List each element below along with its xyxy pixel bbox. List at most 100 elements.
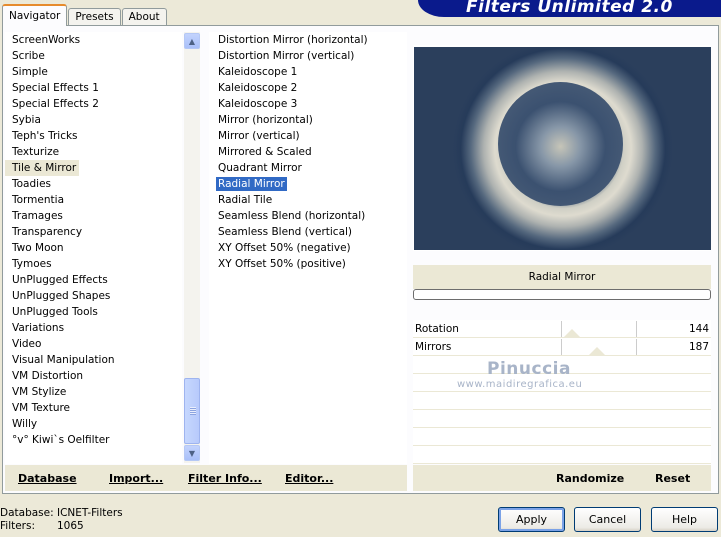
category-item[interactable]: Video	[5, 336, 182, 352]
category-item[interactable]: Tormentia	[5, 192, 182, 208]
category-item[interactable]: Teph's Tricks	[5, 128, 182, 144]
filter-item-label: Mirror (horizontal)	[218, 114, 313, 126]
category-item[interactable]: Visual Manipulation	[5, 352, 182, 368]
filter-item-label: Kaleidoscope 3	[218, 98, 298, 110]
filter-item[interactable]: Quadrant Mirror	[209, 160, 407, 176]
category-item[interactable]: °v° Kiwi`s Oelfilter	[5, 432, 182, 448]
category-item[interactable]: VM Stylize	[5, 384, 182, 400]
filter-item[interactable]: Seamless Blend (horizontal)	[209, 208, 407, 224]
filter-item[interactable]: Kaleidoscope 1	[209, 64, 407, 80]
category-item[interactable]: Tymoes	[5, 256, 182, 272]
filter-item-label: Mirror (vertical)	[218, 130, 300, 142]
category-item[interactable]: Willy	[5, 416, 182, 432]
category-item[interactable]: Toadies	[5, 176, 182, 192]
category-item[interactable]: Sybia	[5, 112, 182, 128]
filter-item[interactable]: Mirrored & Scaled	[209, 144, 407, 160]
filter-item[interactable]: Radial Mirror	[209, 176, 407, 192]
reset-button[interactable]: Reset	[655, 465, 690, 491]
category-scrollbar[interactable]: ▲ ▼	[184, 32, 200, 463]
tab-navigator[interactable]: Navigator	[2, 4, 68, 26]
slider-value: 187	[688, 341, 709, 353]
grip-icon	[190, 407, 196, 415]
empty-param-row	[413, 410, 711, 428]
category-list[interactable]: ScreenWorks Scribe Simple Special Effects 1…	[5, 32, 182, 464]
slider-mirrors[interactable]: Mirrors 187	[413, 338, 711, 356]
scroll-up-button[interactable]: ▲	[184, 33, 200, 49]
slider-thumb[interactable]	[563, 329, 580, 337]
database-label: Database:	[0, 507, 54, 519]
filter-item[interactable]: Mirror (vertical)	[209, 128, 407, 144]
database-value: ICNET-Filters	[57, 507, 123, 519]
slider-track[interactable]	[487, 339, 637, 355]
category-item[interactable]: Scribe	[5, 48, 182, 64]
filter-item-label: Seamless Blend (vertical)	[218, 226, 353, 238]
filter-item-label: Distortion Mirror (horizontal)	[218, 34, 368, 46]
cancel-button[interactable]: Cancel	[574, 507, 641, 532]
tab-about[interactable]: About	[121, 8, 167, 26]
category-item[interactable]: ScreenWorks	[5, 32, 182, 48]
randomize-button[interactable]: Randomize	[556, 465, 624, 491]
slider-value: 144	[688, 323, 709, 335]
preview-inner-disc	[498, 82, 623, 206]
filter-item-label: Distortion Mirror (vertical)	[218, 50, 355, 62]
filter-item[interactable]: Distortion Mirror (vertical)	[209, 48, 407, 64]
category-item[interactable]: UnPlugged Tools	[5, 304, 182, 320]
filter-item[interactable]: Kaleidoscope 3	[209, 96, 407, 112]
filter-item[interactable]: Seamless Blend (vertical)	[209, 224, 407, 240]
watermark-url: www.maidiregrafica.eu	[457, 379, 583, 390]
filter-item-label: Radial Tile	[218, 194, 273, 206]
filter-item[interactable]: Kaleidoscope 2	[209, 80, 407, 96]
filter-item[interactable]: Mirror (horizontal)	[209, 112, 407, 128]
help-button[interactable]: Help	[651, 507, 718, 532]
editor-button[interactable]: Editor...	[285, 465, 333, 491]
filter-item-label: XY Offset 50% (negative)	[218, 242, 351, 254]
app-title: Filters Unlimited 2.0	[466, 0, 673, 17]
filter-item[interactable]: Distortion Mirror (horizontal)	[209, 32, 407, 48]
category-item[interactable]: VM Distortion	[5, 368, 182, 384]
filter-item-label: Seamless Blend (horizontal)	[218, 210, 366, 222]
filter-item-label: Quadrant Mirror	[218, 162, 302, 174]
category-item[interactable]: Special Effects 2	[5, 96, 182, 112]
filter-item-label: Kaleidoscope 2	[218, 82, 298, 94]
watermark-title: Pinuccia	[487, 359, 571, 379]
category-item[interactable]: Special Effects 1	[5, 80, 182, 96]
filter-item[interactable]: Radial Tile	[209, 192, 407, 208]
empty-param-row	[413, 428, 711, 446]
filter-item-label: Mirrored & Scaled	[218, 146, 312, 158]
filter-item-label: Kaleidoscope 1	[218, 66, 298, 78]
empty-param-row	[413, 446, 711, 464]
import-button[interactable]: Import...	[109, 465, 163, 491]
category-item[interactable]: UnPlugged Shapes	[5, 288, 182, 304]
category-item[interactable]: Variations	[5, 320, 182, 336]
filter-info-button[interactable]: Filter Info...	[188, 465, 262, 491]
slider-label: Rotation	[415, 323, 459, 335]
slider-thumb[interactable]	[589, 347, 605, 355]
scroll-down-button[interactable]: ▼	[184, 445, 200, 461]
category-item[interactable]: Simple	[5, 64, 182, 80]
tab-presets[interactable]: Presets	[68, 8, 121, 26]
tab-strip: Navigator Presets About	[2, 4, 168, 26]
filter-item-label: Radial Mirror	[216, 177, 287, 191]
category-item[interactable]: Tramages	[5, 208, 182, 224]
filter-item[interactable]: XY Offset 50% (negative)	[209, 240, 407, 256]
filter-item[interactable]: XY Offset 50% (positive)	[209, 256, 407, 272]
apply-button[interactable]: Apply	[498, 507, 565, 532]
preview-image[interactable]	[414, 47, 711, 250]
scroll-thumb[interactable]	[184, 378, 200, 444]
empty-param-row	[413, 392, 711, 410]
category-item[interactable]: Texturize	[5, 144, 182, 160]
filter-item-label: XY Offset 50% (positive)	[218, 258, 346, 270]
filters-count: 1065	[57, 520, 84, 532]
filters-label: Filters:	[0, 520, 36, 532]
filter-title: Radial Mirror	[413, 265, 711, 289]
progress-bar	[413, 289, 711, 300]
slider-track[interactable]	[487, 321, 637, 337]
category-item[interactable]: Transparency	[5, 224, 182, 240]
category-item[interactable]: UnPlugged Effects	[5, 272, 182, 288]
category-item[interactable]: Tile & Mirror	[5, 160, 80, 176]
category-item[interactable]: Two Moon	[5, 240, 182, 256]
filter-list[interactable]: Distortion Mirror (horizontal) Distortion…	[209, 32, 407, 464]
database-button[interactable]: Database	[18, 465, 77, 491]
slider-rotation[interactable]: Rotation 144	[413, 320, 711, 338]
category-item[interactable]: VM Texture	[5, 400, 182, 416]
